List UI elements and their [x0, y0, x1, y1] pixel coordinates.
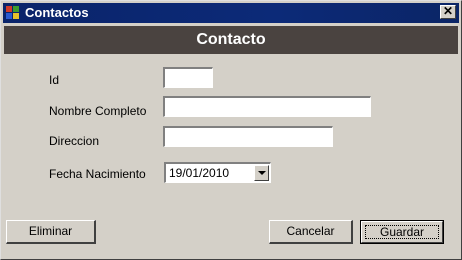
id-field[interactable]: [163, 67, 213, 88]
cancelar-button[interactable]: Cancelar: [269, 220, 353, 244]
close-button[interactable]: ✕: [440, 5, 456, 19]
chevron-down-icon: [258, 171, 266, 175]
window-title: Contactos: [25, 5, 89, 20]
fecha-nacimiento-label: Fecha Nacimiento: [49, 167, 146, 181]
close-icon: ✕: [442, 4, 454, 18]
id-label: Id: [49, 73, 60, 87]
eliminar-button-label: Eliminar: [28, 224, 73, 238]
direccion-label: Direccion: [49, 134, 100, 148]
guardar-button[interactable]: Guardar: [360, 220, 444, 244]
guardar-button-label: Guardar: [379, 225, 425, 239]
form-header-title: Contacto: [196, 31, 266, 48]
fecha-nacimiento-value: 19/01/2010: [169, 166, 230, 180]
direccion-field[interactable]: [163, 126, 333, 147]
contactos-window: Contactos ✕ Contacto Id Nombre Completo …: [0, 0, 462, 260]
windows-form-icon: [6, 6, 20, 20]
title-bar[interactable]: Contactos ✕: [3, 3, 459, 23]
fecha-nacimiento-picker[interactable]: 19/01/2010: [164, 162, 271, 183]
form-header: Contacto: [4, 26, 458, 54]
nombre-completo-field[interactable]: [163, 96, 371, 117]
date-dropdown-button[interactable]: [254, 165, 269, 181]
nombre-completo-label: Nombre Completo: [49, 104, 147, 118]
cancelar-button-label: Cancelar: [286, 224, 335, 238]
eliminar-button[interactable]: Eliminar: [6, 220, 96, 244]
